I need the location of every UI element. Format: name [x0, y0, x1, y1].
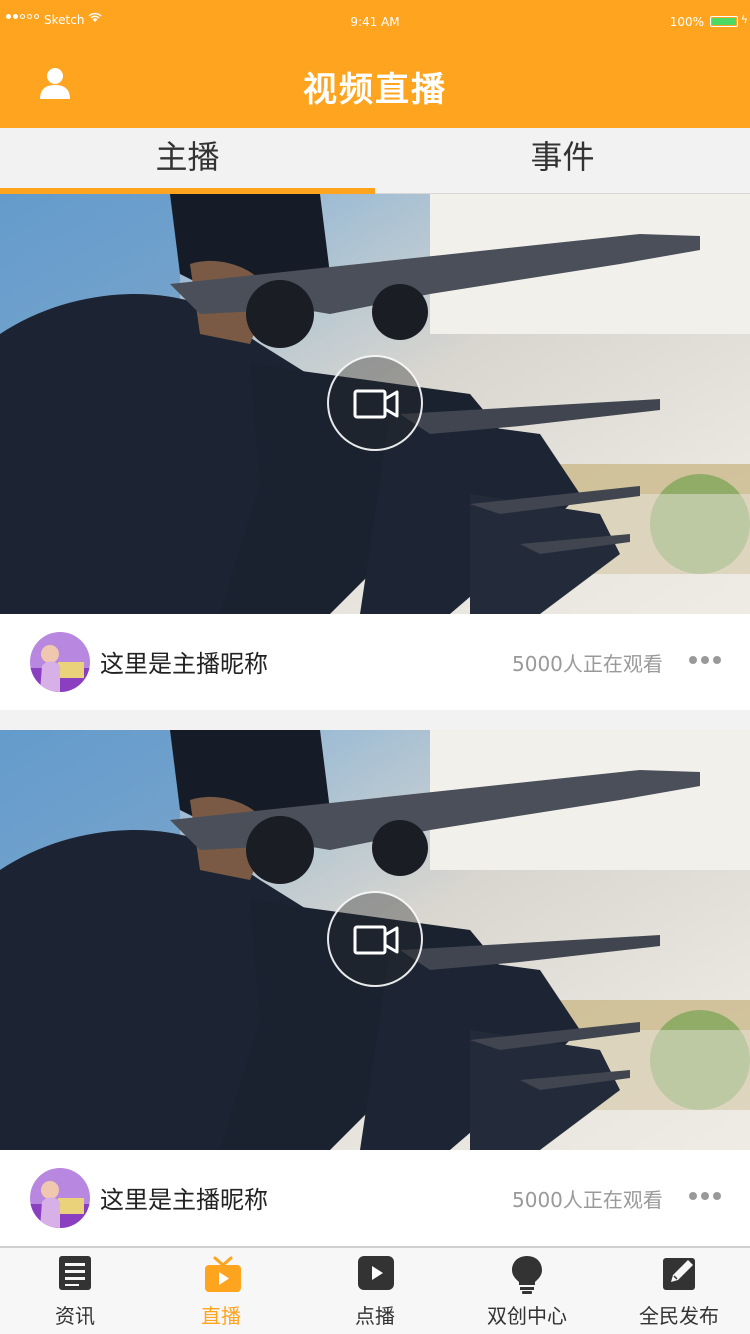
- anchor-nickname: 这里是主播昵称: [100, 1186, 268, 1214]
- top-bar: Sketch 9:41 AM 100% ϟ 视频直播: [0, 0, 750, 128]
- tabbar-label: 全民发布: [639, 1304, 719, 1328]
- video-thumbnail[interactable]: [0, 194, 750, 614]
- anchor-nickname: 这里是主播昵称: [100, 650, 268, 678]
- more-icon[interactable]: [688, 648, 722, 672]
- viewer-count: 5000人正在观看: [512, 652, 663, 676]
- battery-percent: 100%: [669, 15, 704, 29]
- lightbulb-icon: [512, 1256, 542, 1294]
- tabbar-label: 直播: [201, 1304, 241, 1328]
- live-card: 这里是主播昵称 5000人正在观看: [0, 730, 750, 1246]
- news-icon: [59, 1256, 91, 1290]
- tabbar-label: 资讯: [55, 1304, 95, 1328]
- video-camera-icon: [353, 925, 399, 955]
- tv-icon: [205, 1256, 241, 1292]
- viewer-count: 5000人正在观看: [512, 1188, 663, 1212]
- tabbar-item-publish[interactable]: 全民发布: [604, 1248, 750, 1334]
- tab-anchor[interactable]: 主播: [0, 128, 375, 194]
- live-card: 这里是主播昵称 5000人正在观看: [0, 194, 750, 710]
- status-bar: Sketch 9:41 AM 100% ϟ: [0, 0, 750, 40]
- tab-events[interactable]: 事件: [375, 128, 750, 194]
- page-title: 视频直播: [303, 70, 447, 110]
- card-info: 这里是主播昵称 5000人正在观看: [0, 1150, 750, 1246]
- bottom-tab-bar: 资讯 直播 点播 双创中心 全民发布: [0, 1246, 750, 1334]
- tabbar-label: 点播: [355, 1304, 395, 1328]
- play-icon: [358, 1256, 394, 1290]
- charging-icon: ϟ: [740, 13, 748, 26]
- tabbar-item-news[interactable]: 资讯: [0, 1248, 150, 1334]
- card-info: 这里是主播昵称 5000人正在观看: [0, 614, 750, 710]
- edit-icon: [663, 1258, 695, 1290]
- video-thumbnail[interactable]: [0, 730, 750, 1150]
- status-time: 9:41 AM: [350, 15, 400, 29]
- more-icon[interactable]: [688, 1184, 722, 1208]
- live-camera-button[interactable]: [327, 355, 423, 451]
- avatar[interactable]: [30, 632, 90, 692]
- segment-tabs: 主播 事件: [0, 128, 750, 194]
- tabbar-item-innovation[interactable]: 双创中心: [452, 1248, 602, 1334]
- video-camera-icon: [353, 389, 399, 419]
- battery-icon: [710, 16, 738, 27]
- tabbar-item-vod[interactable]: 点播: [300, 1248, 450, 1334]
- live-camera-button[interactable]: [327, 891, 423, 987]
- avatar[interactable]: [30, 1168, 90, 1228]
- tabbar-label: 双创中心: [487, 1304, 567, 1328]
- tabbar-item-live[interactable]: 直播: [146, 1248, 296, 1334]
